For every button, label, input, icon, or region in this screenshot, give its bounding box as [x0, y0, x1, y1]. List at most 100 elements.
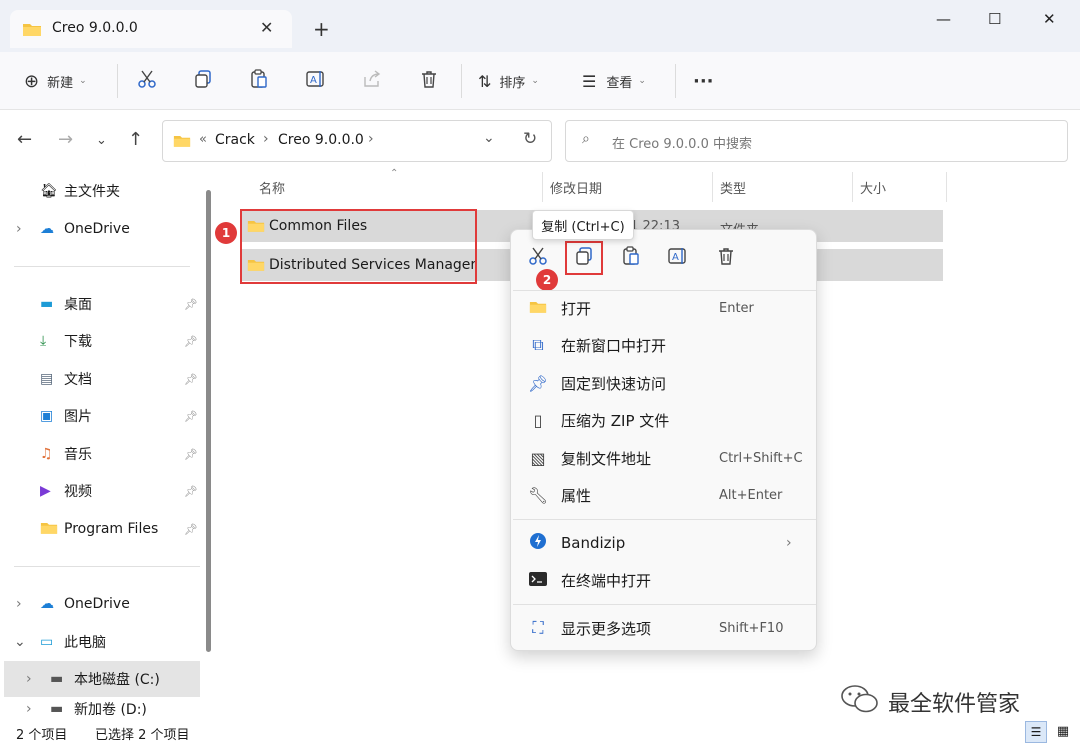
sidebar-item-onedrive-2[interactable]: › ☁ OneDrive	[0, 586, 200, 622]
maximize-button[interactable]: ☐	[988, 10, 1001, 28]
drive-icon: ▬	[50, 701, 64, 717]
tab-close-icon[interactable]: ✕	[260, 18, 273, 37]
menu-item-label: Bandizip	[561, 534, 626, 552]
breadcrumb-creo[interactable]: Creo 9.0.0.0	[278, 132, 364, 148]
sidebar-item-program-files[interactable]: Program Files 📌︎	[0, 511, 200, 547]
minimize-button[interactable]: —	[936, 10, 951, 28]
breadcrumb-crack[interactable]: Crack	[215, 132, 255, 148]
sidebar-item-home[interactable]: 🏠︎ 主文件夹	[0, 173, 200, 209]
back-arrow-icon[interactable]: ←	[17, 129, 32, 150]
menu-item-properties[interactable]: 🔧︎ 属性 Alt+Enter	[511, 477, 818, 513]
sidebar-item-videos[interactable]: ▶ 视频 📌︎	[0, 473, 200, 509]
menu-item-label: 属性	[561, 486, 592, 505]
expand-chevron-icon[interactable]: ›	[26, 701, 32, 717]
menu-rename-button[interactable]: A	[660, 244, 696, 272]
sidebar-scrollbar[interactable]	[206, 190, 211, 652]
selected-count: 已选择 2 个项目	[95, 728, 190, 743]
sidebar-item-label: 文档	[64, 372, 92, 388]
divider	[513, 604, 816, 605]
address-bar[interactable]: « Crack › Creo 9.0.0.0 › ⌄ ↻	[162, 120, 552, 162]
search-box[interactable]: ⌕ 在 Creo 9.0.0.0 中搜索	[565, 120, 1068, 162]
menu-paste-button[interactable]	[613, 244, 649, 272]
sidebar-item-desktop[interactable]: ▬ 桌面 📌︎	[0, 286, 200, 322]
view-label: 查看	[606, 75, 633, 91]
tiles-view-icon[interactable]: ▦	[1052, 721, 1074, 743]
menu-item-compress-zip[interactable]: ▯ 压缩为 ZIP 文件	[511, 402, 818, 438]
delete-button[interactable]	[419, 68, 439, 94]
details-view-icon[interactable]: ☰	[1025, 721, 1047, 743]
menu-item-bandizip[interactable]: Bandizip ›	[511, 525, 818, 561]
search-placeholder: 在 Creo 9.0.0.0 中搜索	[612, 137, 752, 152]
menu-item-open-terminal[interactable]: 在终端中打开	[511, 562, 818, 598]
sidebar-item-downloads[interactable]: ⤓ 下载 📌︎	[0, 323, 200, 359]
sidebar-item-music[interactable]: ♫ 音乐 📌︎	[0, 436, 200, 472]
pin-icon: 📌︎	[184, 409, 198, 423]
trash-icon	[419, 69, 439, 93]
menu-item-more-options[interactable]: ⛶ 显示更多选项 Shift+F10	[511, 610, 818, 646]
more-button[interactable]: ···	[693, 68, 714, 94]
menu-item-label: 复制文件地址	[561, 449, 652, 468]
view-button[interactable]: ☰ 查看 ⌄	[582, 68, 646, 94]
sidebar-item-documents[interactable]: ▤ 文档 📌︎	[0, 361, 200, 397]
new-button[interactable]: ⊕ 新建 ⌄	[24, 68, 87, 94]
menu-delete-button[interactable]	[708, 244, 744, 272]
close-button[interactable]: ✕	[1043, 10, 1056, 28]
pin-icon: 📌︎	[184, 484, 198, 498]
divider	[513, 519, 816, 520]
video-icon: ▶	[40, 483, 51, 499]
sidebar-item-onedrive[interactable]: › ☁ OneDrive	[0, 211, 200, 247]
expand-chevron-icon[interactable]: ›	[16, 221, 22, 237]
menu-item-open-new-window[interactable]: ⧉ 在新窗口中打开	[511, 327, 818, 363]
column-header-date[interactable]: 修改日期	[550, 178, 602, 197]
sidebar-item-label: 本地磁盘 (C:)	[74, 672, 160, 688]
context-menu: A 2 打开 Enter ⧉ 在新窗口中打开 📌︎ 固定到快速访问 ▯ 压缩为 …	[510, 229, 817, 651]
menu-item-copy-path[interactable]: ▧ 复制文件地址 Ctrl+Shift+C	[511, 440, 818, 476]
menu-item-open[interactable]: 打开 Enter	[511, 290, 818, 326]
sidebar-item-this-pc[interactable]: ⌄ ▭ 此电脑	[0, 624, 200, 660]
column-header-type[interactable]: 类型	[720, 178, 746, 197]
refresh-icon[interactable]: ↻	[523, 129, 537, 149]
status-bar: 2 个项目 已选择 2 个项目 ☰ ▦	[0, 719, 1080, 748]
sidebar-item-label: 新加卷 (D:)	[74, 702, 147, 718]
history-dropdown-icon[interactable]: ⌄	[483, 130, 495, 146]
cut-button[interactable]	[137, 68, 157, 94]
scissors-icon	[528, 246, 548, 270]
chevron-right-icon: ›	[786, 535, 792, 551]
sidebar-item-drive-d[interactable]: › ▬ 新加卷 (D:)	[0, 699, 200, 719]
share-button[interactable]	[362, 68, 382, 94]
menu-cut-button[interactable]	[520, 244, 556, 272]
copy-path-icon: ▧	[530, 448, 546, 468]
download-icon: ⤓	[40, 333, 47, 349]
overflow-chevron[interactable]: «	[199, 132, 207, 147]
menu-item-pin-quick-access[interactable]: 📌︎ 固定到快速访问	[511, 365, 818, 401]
pin-icon: 📌︎	[184, 334, 198, 348]
scissors-icon	[137, 69, 157, 93]
wechat-icon	[840, 684, 880, 720]
menu-copy-button[interactable]	[565, 241, 603, 275]
copy-tooltip: 复制 (Ctrl+C)	[532, 210, 634, 240]
forward-arrow-icon[interactable]: →	[58, 129, 73, 150]
step-badge-2: 2	[536, 269, 558, 291]
up-arrow-icon[interactable]: ↑	[128, 129, 143, 150]
rename-button[interactable]: A	[305, 68, 327, 94]
expand-chevron-icon[interactable]: ›	[16, 596, 22, 612]
paste-button[interactable]	[249, 68, 269, 94]
column-header-size[interactable]: 大小	[860, 178, 886, 197]
more-options-icon: ⛶	[532, 618, 544, 637]
expand-chevron-icon[interactable]: ›	[26, 671, 32, 687]
sidebar-item-pictures[interactable]: ▣ 图片 📌︎	[0, 398, 200, 434]
column-header-name[interactable]: 名称	[259, 178, 285, 197]
sidebar-item-drive-c[interactable]: › ▬ 本地磁盘 (C:)	[4, 661, 200, 697]
folder-icon	[22, 21, 42, 41]
divider	[117, 64, 118, 98]
tab-creo[interactable]: Creo 9.0.0.0 ✕	[10, 10, 292, 48]
collapse-chevron-icon[interactable]: ⌄	[14, 634, 26, 650]
recent-chevron-icon[interactable]: ⌄	[96, 133, 107, 148]
music-icon: ♫	[40, 446, 53, 462]
menu-item-label: 显示更多选项	[561, 619, 652, 638]
item-count: 2 个项目	[16, 728, 68, 743]
new-tab-button[interactable]: +	[313, 17, 330, 41]
copy-button[interactable]	[193, 68, 213, 94]
sort-button[interactable]: ⇅ 排序 ⌄	[478, 68, 539, 94]
copy-icon	[574, 246, 594, 270]
